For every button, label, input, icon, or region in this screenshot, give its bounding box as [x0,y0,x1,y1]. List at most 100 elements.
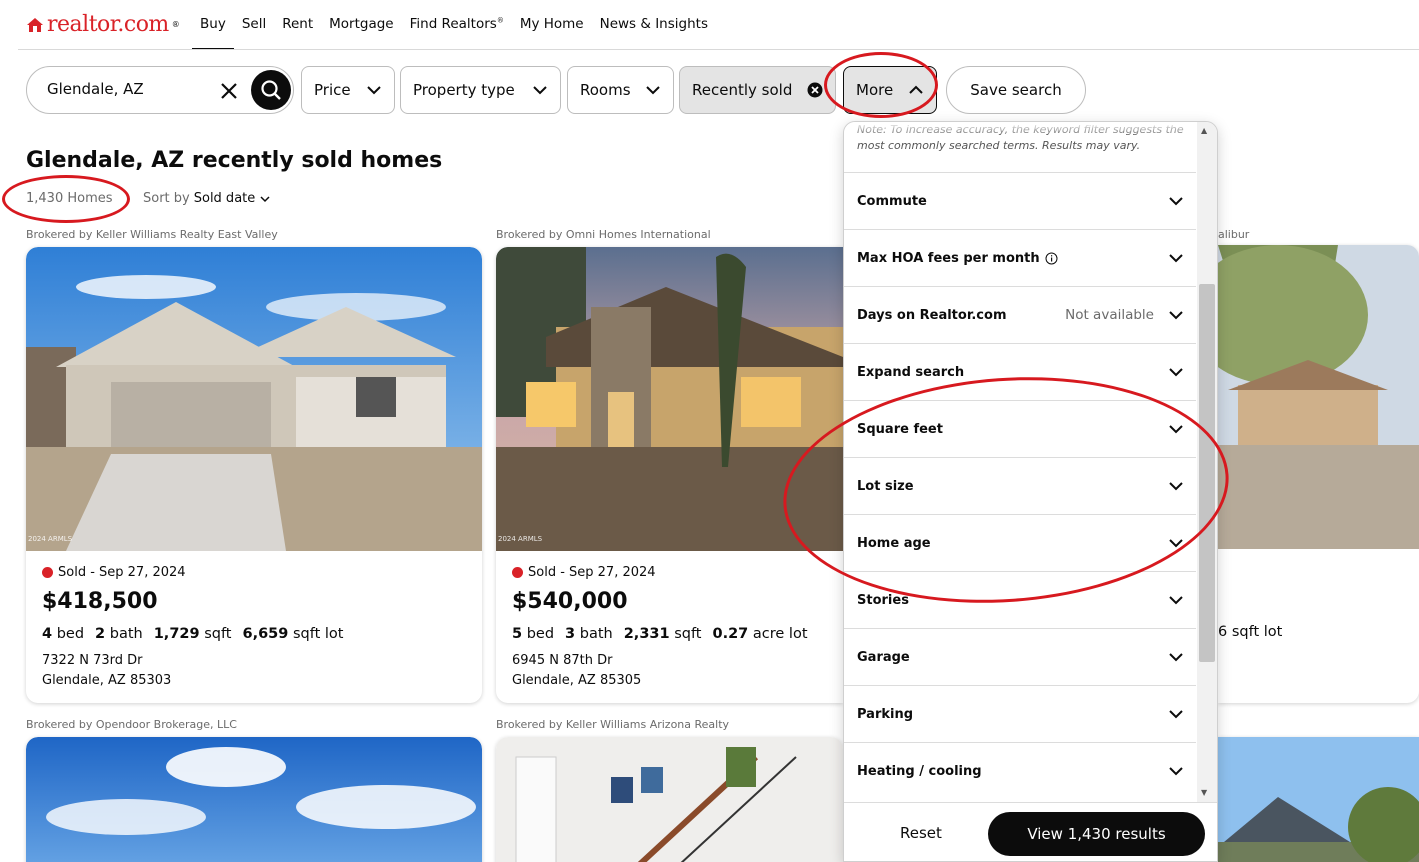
nav-find-realtors[interactable]: Find Realtors® [402,0,512,50]
listing-details: Sold - Sep 27, 2024 $540,000 5 bed 3 bat… [496,551,843,703]
price-filter-label: Price [314,81,351,99]
filter-row-parking[interactable]: Parking [844,685,1196,742]
listing-card[interactable] [1218,737,1419,862]
nav-find-realtors-label: Find Realtors [409,16,497,32]
filter-row-label: Parking [857,706,914,722]
listing-details: Sold - Sep 27, 2024 $418,500 4 bed 2 bat… [26,551,482,703]
logo-trademark: ® [171,20,180,29]
interior-photo-image [496,737,843,862]
location-search [26,66,294,114]
filter-row-label: Expand search [857,364,965,380]
beds: 4 bed [42,626,84,642]
listing-card[interactable]: 6 sqft lot [1218,245,1419,703]
chevron-down-icon [533,86,547,95]
search-button[interactable] [251,70,291,110]
beds-unit: bed [526,626,555,642]
sqft-unit: sqft [204,626,232,642]
nav-rent[interactable]: Rent [274,0,321,50]
sold-status-text: Sold - Sep 27, 2024 [528,565,656,580]
nav-news-insights[interactable]: News & Insights [592,0,716,50]
rooms-filter-label: Rooms [580,81,631,99]
listing-card[interactable]: 2024 ARMLS Sold - Sep 27, 2024 $418,500 … [26,247,482,703]
sqft: 1,729 sqft [154,626,232,642]
info-icon[interactable] [1045,252,1058,265]
save-search-button[interactable]: Save search [946,66,1086,114]
property-type-filter[interactable]: Property type [400,66,561,114]
listing-photo[interactable]: 2024 ARMLS [496,247,843,551]
scroll-down-arrow-icon[interactable]: ▼ [1201,788,1207,797]
reset-button[interactable]: Reset [900,824,942,842]
nav-my-home[interactable]: My Home [512,0,592,50]
panel-scrollbar-thumb[interactable] [1199,284,1215,662]
sqft-value: 1,729 [153,626,200,642]
beds-unit: bed [56,626,85,642]
chevron-down-icon [1169,482,1183,491]
sqft: 2,331 sqft [624,626,702,642]
listing-broker: Brokered by Omni Homes International [496,228,711,241]
nav-mortgage[interactable]: Mortgage [321,0,401,50]
listing-broker: Brokered by Keller Williams Arizona Real… [496,718,730,731]
lot-value: 0.27 [712,626,749,642]
house-photo-image [1218,245,1419,549]
beds-value: 4 [42,626,53,642]
listing-card[interactable] [496,737,843,862]
listing-specs: 5 bed 3 bath 2,331 sqft 0.27 acre lot [512,626,808,642]
rooms-filter[interactable]: Rooms [567,66,674,114]
listing-photo[interactable]: 2024 ARMLS [26,247,482,551]
sort-dropdown[interactable]: Sort by Sold date [143,191,271,206]
baths-unit: bath [579,626,613,642]
listing-card[interactable]: 2024 ARMLS Sold - Sep 27, 2024 $540,000 … [496,247,843,703]
filter-row-stories[interactable]: Stories [844,571,1196,628]
sold-status: Sold - Sep 27, 2024 [42,565,186,580]
sold-status: Sold - Sep 27, 2024 [512,565,656,580]
listing-specs: 4 bed 2 bath 1,729 sqft 6,659 sqft lot [42,626,343,642]
filter-row-heating-cooling[interactable]: Heating / cooling [844,742,1196,799]
chevron-down-icon [646,86,660,95]
address-street: 7322 N 73rd Dr [42,653,143,668]
realtor-logo[interactable]: realtor.com ® [26,12,180,37]
filter-row-label: Lot size [857,478,914,494]
filter-row-commute[interactable]: Commute [844,172,1196,229]
more-filter-label: More [856,81,894,99]
recently-sold-filter-label: Recently sold [692,81,793,99]
main-nav: Buy Sell Rent Mortgage Find Realtors® My… [192,0,716,50]
filter-row-max-hoa[interactable]: Max HOA fees per month [844,229,1196,286]
sold-dot-icon [512,567,523,578]
view-results-button[interactable]: View 1,430 results [988,812,1205,856]
listing-photo[interactable] [26,737,482,862]
filter-row-home-age[interactable]: Home age [844,514,1196,571]
listing-photo[interactable] [1218,245,1419,549]
note-fade [844,122,1196,134]
filter-row-lot-size[interactable]: Lot size [844,457,1196,514]
remove-filter-icon[interactable] [807,82,823,98]
listing-photo[interactable] [1218,737,1419,862]
price-filter[interactable]: Price [301,66,395,114]
chevron-down-icon [1169,710,1183,719]
photo-watermark: 2024 ARMLS [498,535,543,543]
scroll-up-arrow-icon[interactable]: ▲ [1201,126,1207,135]
filter-row-days-on-site[interactable]: Days on Realtor.com Not available [844,286,1196,343]
lot-value: 6,659 [242,626,289,642]
sky-photo-image [26,737,482,862]
recently-sold-filter[interactable]: Recently sold [679,66,836,114]
sort-value: Sold date [193,191,256,206]
house-photo-image [496,247,843,551]
filter-row-expand-search[interactable]: Expand search [844,343,1196,400]
filter-row-label: Stories [857,592,909,608]
search-input[interactable] [47,80,207,98]
filter-row-label: Max HOA fees per month [857,250,1040,266]
listing-photo[interactable] [496,737,843,862]
chevron-down-icon [1169,767,1183,776]
listing-price: $540,000 [512,589,628,614]
nav-sell[interactable]: Sell [234,0,274,50]
close-icon[interactable] [219,81,239,101]
filter-row-garage[interactable]: Garage [844,628,1196,685]
filter-row-square-feet[interactable]: Square feet [844,400,1196,457]
address-street: 6945 N 87th Dr [512,653,613,668]
nav-buy[interactable]: Buy [192,0,234,50]
lot-unit: acre lot [752,626,808,642]
filter-row-label: Home age [857,535,931,551]
listing-card[interactable] [26,737,482,862]
more-filter[interactable]: More [843,66,937,114]
chevron-down-icon [1169,539,1183,548]
